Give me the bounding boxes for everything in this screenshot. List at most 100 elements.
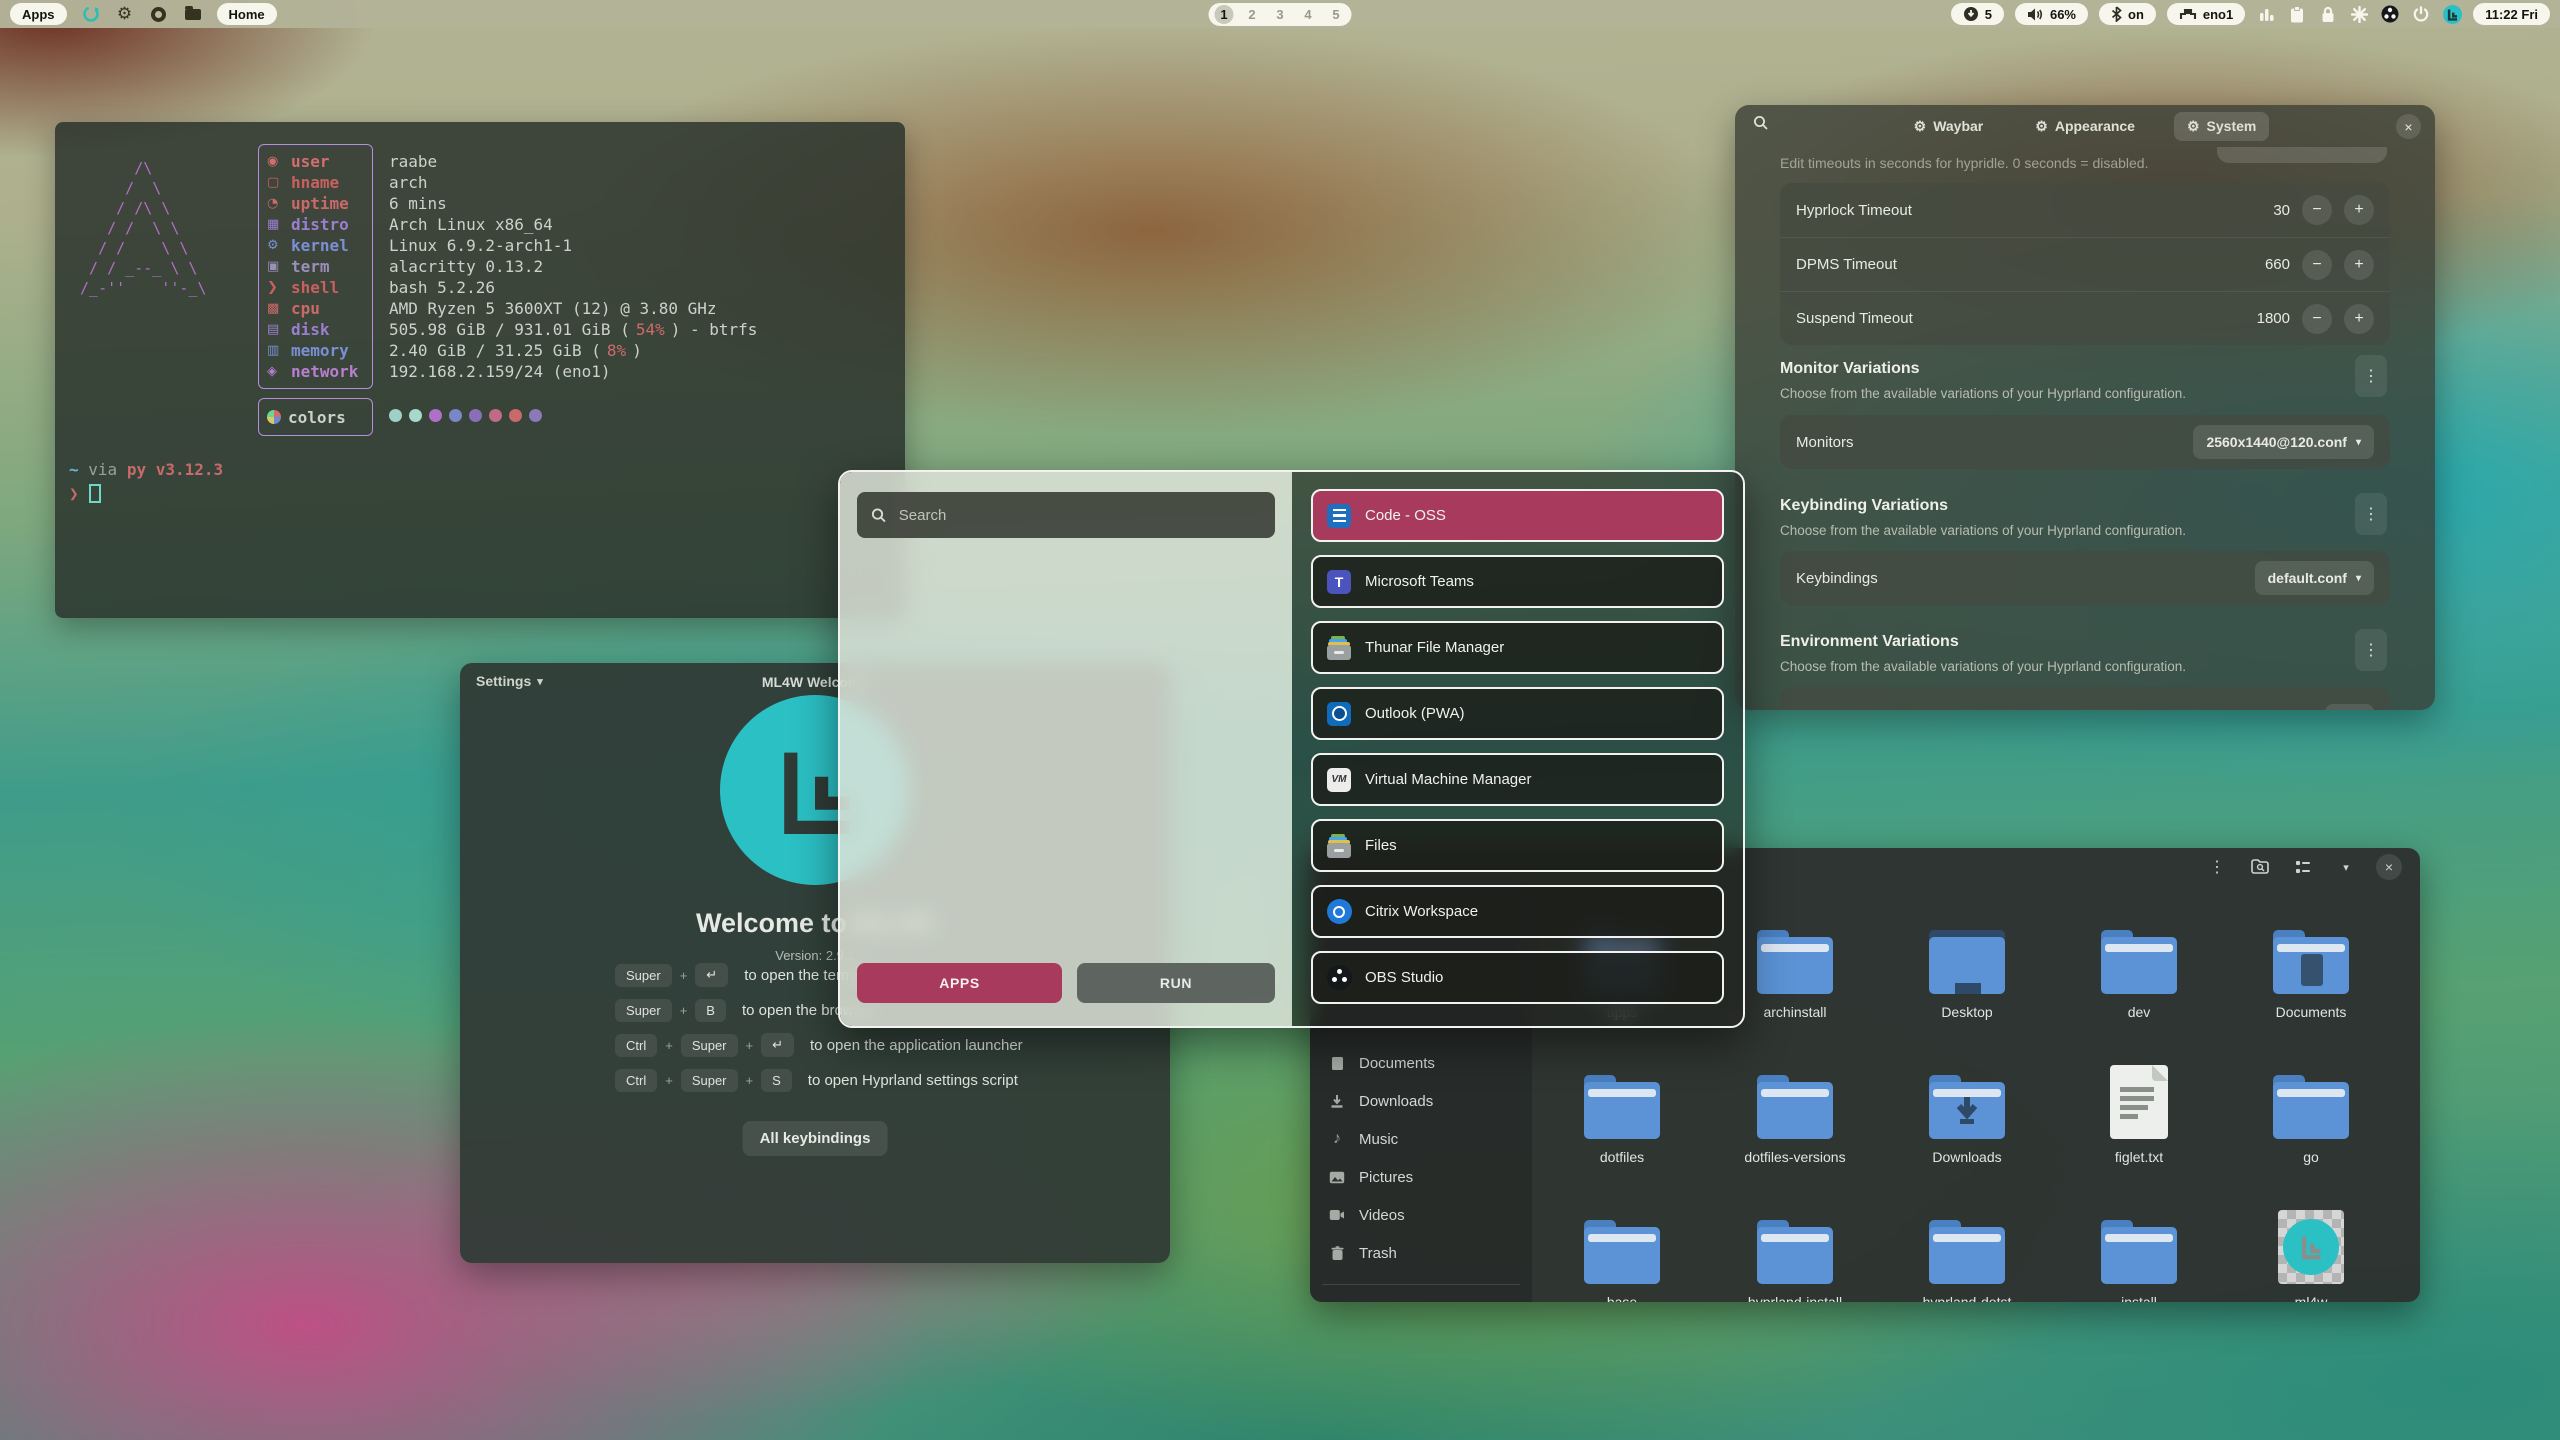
file-item[interactable]: dev	[2064, 920, 2214, 1020]
search-icon[interactable]	[1753, 115, 1769, 131]
file-item[interactable]: dotfiles-versions	[1720, 1065, 1870, 1165]
file-manager-icon[interactable]	[183, 4, 203, 24]
sidebar-item-videos[interactable]: Videos	[1318, 1196, 1524, 1234]
sidebar-item-trash[interactable]: Trash	[1318, 1234, 1524, 1272]
file-item[interactable]: Documents	[2236, 920, 2386, 1020]
tab-appearance[interactable]: ⚙ Appearance	[2022, 112, 2148, 141]
app-item-virtual-machine-manager[interactable]: VM Virtual Machine Manager	[1311, 753, 1724, 806]
launcher-search[interactable]	[857, 492, 1275, 538]
clipboard-icon[interactable]	[2287, 4, 2307, 24]
decrement-button[interactable]: −	[2302, 250, 2332, 280]
file-item[interactable]: base	[1547, 1210, 1697, 1302]
sidebar-item-music[interactable]: ♪ Music	[1318, 1120, 1524, 1158]
volume-indicator[interactable]: 66%	[2015, 3, 2088, 25]
close-icon[interactable]: ×	[2396, 114, 2421, 139]
file-item[interactable]: dotfiles	[1547, 1065, 1697, 1165]
sidebar-item-downloads[interactable]: Downloads	[1318, 1082, 1524, 1120]
key-chip: Super	[615, 964, 672, 987]
asterisk-icon[interactable]	[2349, 4, 2369, 24]
dropdown-value: default.conf	[2268, 570, 2347, 586]
file-item[interactable]: install	[2064, 1210, 2214, 1302]
view-dropdown-icon[interactable]: ▾	[2333, 854, 2359, 880]
app-item-outlook[interactable]: Outlook (PWA)	[1311, 687, 1724, 740]
terminal-window[interactable]: /\ / \ / /\ \ / / \ \ / / \ \ / / _--_ \…	[55, 122, 905, 618]
close-icon[interactable]: ×	[2376, 854, 2402, 880]
obs-tray-icon[interactable]	[2380, 4, 2400, 24]
shell-prompt-line[interactable]: ❯	[69, 484, 101, 503]
app-item-obs-studio[interactable]: OBS Studio	[1311, 951, 1724, 1004]
colors-label: colors	[288, 408, 346, 427]
file-item[interactable]: hyprland-dotst	[1892, 1210, 2042, 1302]
browser-icon[interactable]	[149, 4, 169, 24]
setting-value[interactable]: 30	[2273, 202, 2290, 219]
workspace-2[interactable]: 2	[1243, 5, 1262, 24]
workspace-3[interactable]: 3	[1271, 5, 1290, 24]
lock-icon[interactable]	[2318, 4, 2338, 24]
hyprland-settings-window[interactable]: ⚙ Waybar ⚙ Appearance ⚙ System × Edit ti…	[1735, 105, 2435, 710]
network-indicator[interactable]: eno1	[2167, 3, 2245, 25]
sidebar-item-other-locations[interactable]: + Other Locations	[1318, 1294, 1524, 1302]
search-input[interactable]	[899, 507, 1261, 524]
kebab-menu-icon[interactable]: ⋮	[2204, 854, 2230, 880]
app-launcher[interactable]: APPS RUN Code - OSS T Microsoft Teams Th…	[838, 470, 1745, 1028]
increment-button[interactable]: +	[2344, 250, 2374, 280]
keybindings-dropdown[interactable]: default.conf ▾	[2255, 561, 2374, 595]
app-item-microsoft-teams[interactable]: T Microsoft Teams	[1311, 555, 1724, 608]
sidebar-item-documents[interactable]: Documents	[1318, 1044, 1524, 1082]
update-icon[interactable]	[81, 4, 101, 24]
kebab-menu-icon[interactable]: ⋮	[2355, 355, 2387, 397]
plus-separator: +	[680, 968, 688, 983]
tab-system[interactable]: ⚙ System	[2174, 112, 2269, 141]
decrement-button[interactable]: −	[2302, 195, 2332, 225]
tab-waybar[interactable]: ⚙ Waybar	[1901, 112, 1997, 141]
gear-icon[interactable]: ⚙	[115, 4, 135, 24]
app-item-code-oss[interactable]: Code - OSS	[1311, 489, 1724, 542]
workspace-4[interactable]: 4	[1299, 5, 1318, 24]
app-item-files[interactable]: Files	[1311, 819, 1724, 872]
stats-icon[interactable]	[2256, 4, 2276, 24]
view-toggle-icon[interactable]	[2290, 854, 2316, 880]
all-keybindings-button[interactable]: All keybindings	[743, 1121, 888, 1156]
downloads-folder-icon	[1929, 1075, 2005, 1139]
file-item[interactable]: go	[2236, 1065, 2386, 1165]
file-item[interactable]: hyprland-install	[1720, 1210, 1870, 1302]
kebab-menu-icon[interactable]: ⋮	[2355, 493, 2387, 535]
workspace-1[interactable]: 1	[1215, 5, 1234, 24]
setting-label: Keybindings	[1796, 570, 1878, 587]
workspace-5[interactable]: 5	[1327, 5, 1346, 24]
monitors-dropdown[interactable]: 2560x1440@120.conf ▾	[2193, 425, 2374, 459]
increment-button[interactable]: +	[2344, 195, 2374, 225]
updates-indicator[interactable]: 5	[1951, 3, 2004, 25]
increment-button[interactable]: +	[2344, 304, 2374, 334]
apps-mode-button[interactable]: APPS	[857, 963, 1062, 1003]
palette-dot	[449, 409, 462, 422]
ml4w-tray-icon[interactable]	[2442, 4, 2462, 24]
file-item[interactable]: Desktop	[1892, 920, 2042, 1020]
power-icon[interactable]	[2411, 4, 2431, 24]
setting-label: Suspend Timeout	[1796, 310, 1913, 327]
palette-dot	[489, 409, 502, 422]
app-item-citrix-workspace[interactable]: Citrix Workspace	[1311, 885, 1724, 938]
app-item-thunar[interactable]: Thunar File Manager	[1311, 621, 1724, 674]
folder-search-icon[interactable]	[2247, 854, 2273, 880]
setting-value[interactable]: 1800	[2257, 310, 2290, 327]
clock[interactable]: 11:22 Fri	[2473, 3, 2550, 25]
file-item[interactable]: figlet.txt	[2064, 1065, 2214, 1165]
clipped-scrolled-button[interactable]	[2217, 147, 2387, 163]
decrement-button[interactable]: −	[2302, 304, 2332, 334]
home-button[interactable]: Home	[217, 3, 277, 25]
bluetooth-indicator[interactable]: on	[2099, 3, 2156, 25]
setting-value[interactable]: 660	[2265, 256, 2290, 273]
key-chip: B	[695, 999, 726, 1022]
apps-menu-button[interactable]: Apps	[10, 3, 67, 25]
text-file-icon	[2110, 1065, 2168, 1139]
run-mode-button[interactable]: RUN	[1077, 963, 1275, 1003]
sidebar-item-pictures[interactable]: Pictures	[1318, 1158, 1524, 1196]
file-item[interactable]: ml4w	[2236, 1210, 2386, 1302]
palette-dot	[389, 409, 402, 422]
fetch-label: user	[291, 151, 330, 172]
kebab-menu-icon[interactable]: ⋮	[2355, 629, 2387, 671]
file-item[interactable]: Downloads	[1892, 1065, 2042, 1165]
environment-dropdown[interactable]	[2325, 704, 2374, 710]
sidebar-label: Trash	[1359, 1245, 1397, 1262]
